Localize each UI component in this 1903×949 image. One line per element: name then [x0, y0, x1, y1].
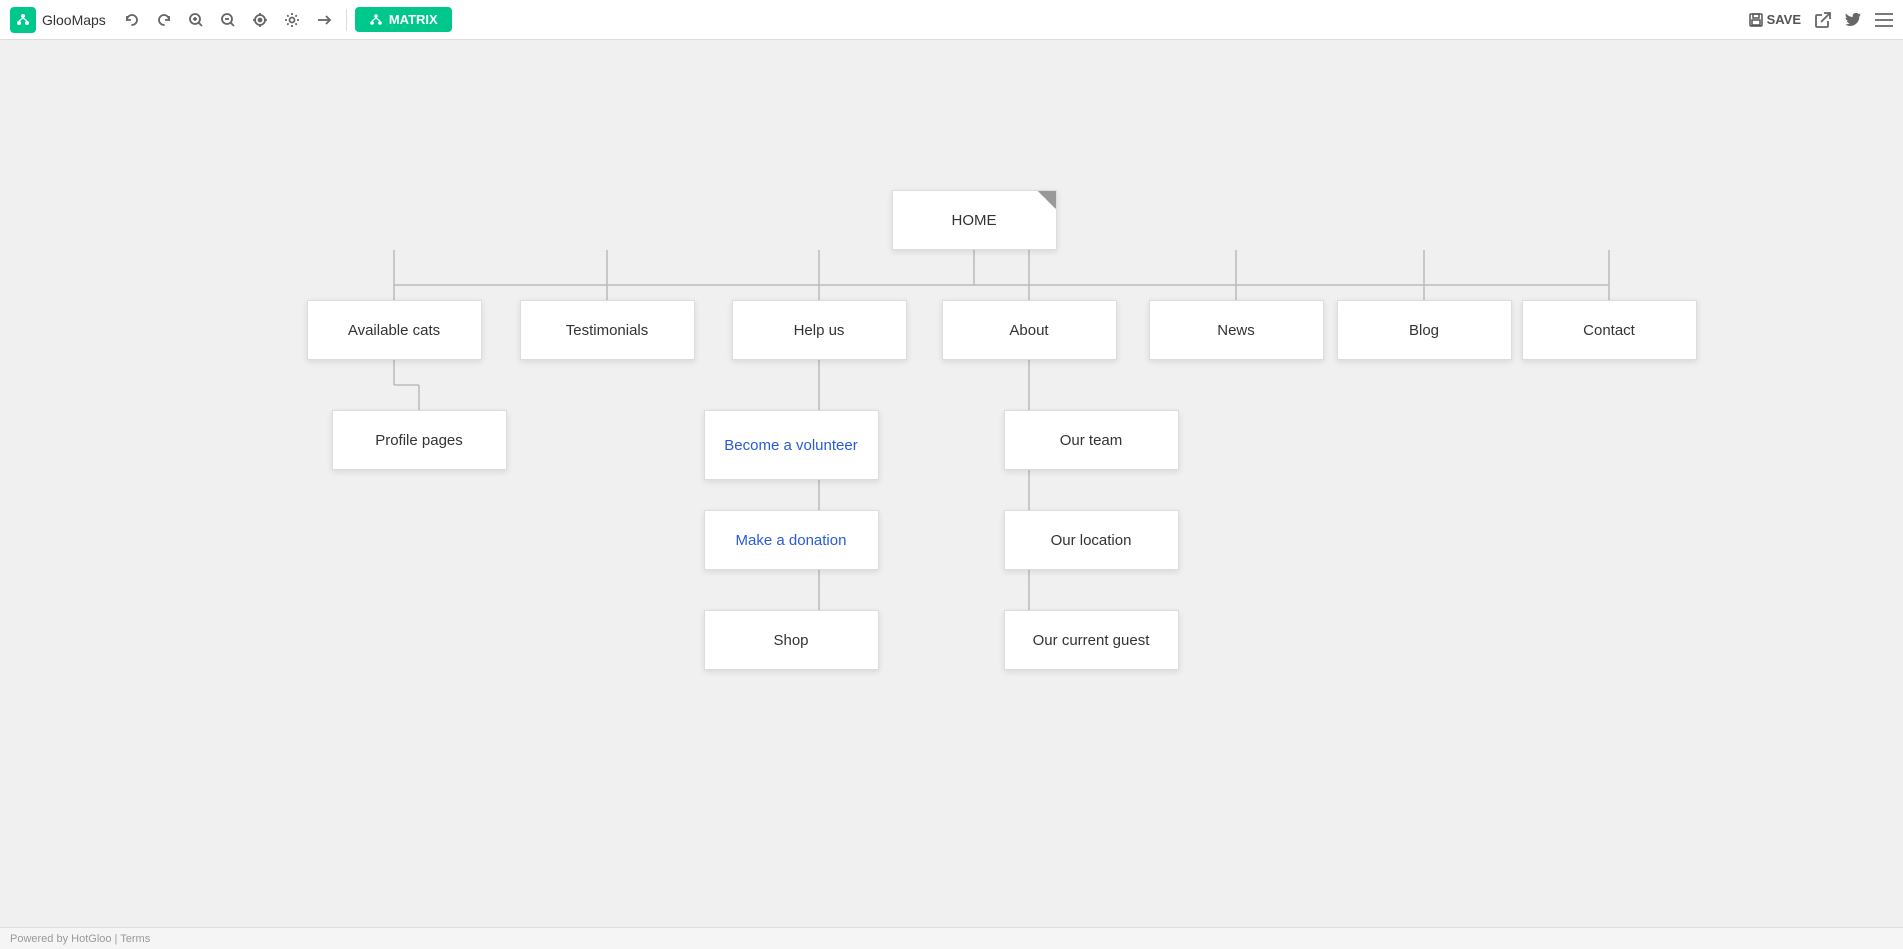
- testimonials-node[interactable]: Testimonials: [520, 300, 695, 360]
- logo-icon: [10, 7, 36, 33]
- footer: Powered by HotGloo | Terms: [0, 927, 1903, 949]
- zoom-in-button[interactable]: [182, 8, 210, 32]
- toolbar: GlooMaps: [0, 0, 1903, 40]
- home-node[interactable]: HOME: [892, 190, 1057, 250]
- matrix-button[interactable]: MATRIX: [355, 7, 452, 32]
- redo-button[interactable]: [150, 8, 178, 32]
- help-us-node[interactable]: Help us: [732, 300, 907, 360]
- canvas[interactable]: HOME Available cats Testimonials Help us…: [0, 40, 1903, 949]
- profile-pages-node[interactable]: Profile pages: [332, 410, 507, 470]
- become-volunteer-node[interactable]: Become a volunteer: [704, 410, 879, 480]
- settings-button[interactable]: [278, 8, 306, 32]
- app-logo: GlooMaps: [10, 7, 106, 33]
- about-node[interactable]: About: [942, 300, 1117, 360]
- undo-button[interactable]: [118, 8, 146, 32]
- menu-button[interactable]: [1875, 13, 1893, 27]
- connectors-svg: [252, 190, 1752, 790]
- make-donation-node[interactable]: Make a donation: [704, 510, 879, 570]
- shop-node[interactable]: Shop: [704, 610, 879, 670]
- contact-node[interactable]: Contact: [1522, 300, 1697, 360]
- share-button[interactable]: [1815, 12, 1831, 28]
- available-cats-node[interactable]: Available cats: [307, 300, 482, 360]
- footer-text: Powered by HotGloo | Terms: [10, 933, 150, 945]
- toolbar-divider: [346, 9, 347, 31]
- matrix-label: MATRIX: [389, 12, 438, 27]
- target-button[interactable]: [246, 8, 274, 32]
- save-label: SAVE: [1767, 12, 1801, 27]
- twitter-button[interactable]: [1845, 13, 1861, 27]
- our-team-node[interactable]: Our team: [1004, 410, 1179, 470]
- our-current-guest-node[interactable]: Our current guest: [1004, 610, 1179, 670]
- zoom-out-button[interactable]: [214, 8, 242, 32]
- save-button[interactable]: SAVE: [1749, 12, 1801, 27]
- our-location-node[interactable]: Our location: [1004, 510, 1179, 570]
- news-node[interactable]: News: [1149, 300, 1324, 360]
- app-name: GlooMaps: [42, 12, 106, 28]
- toolbar-right: SAVE: [1749, 12, 1893, 28]
- blog-node[interactable]: Blog: [1337, 300, 1512, 360]
- arrow-button[interactable]: [310, 8, 338, 32]
